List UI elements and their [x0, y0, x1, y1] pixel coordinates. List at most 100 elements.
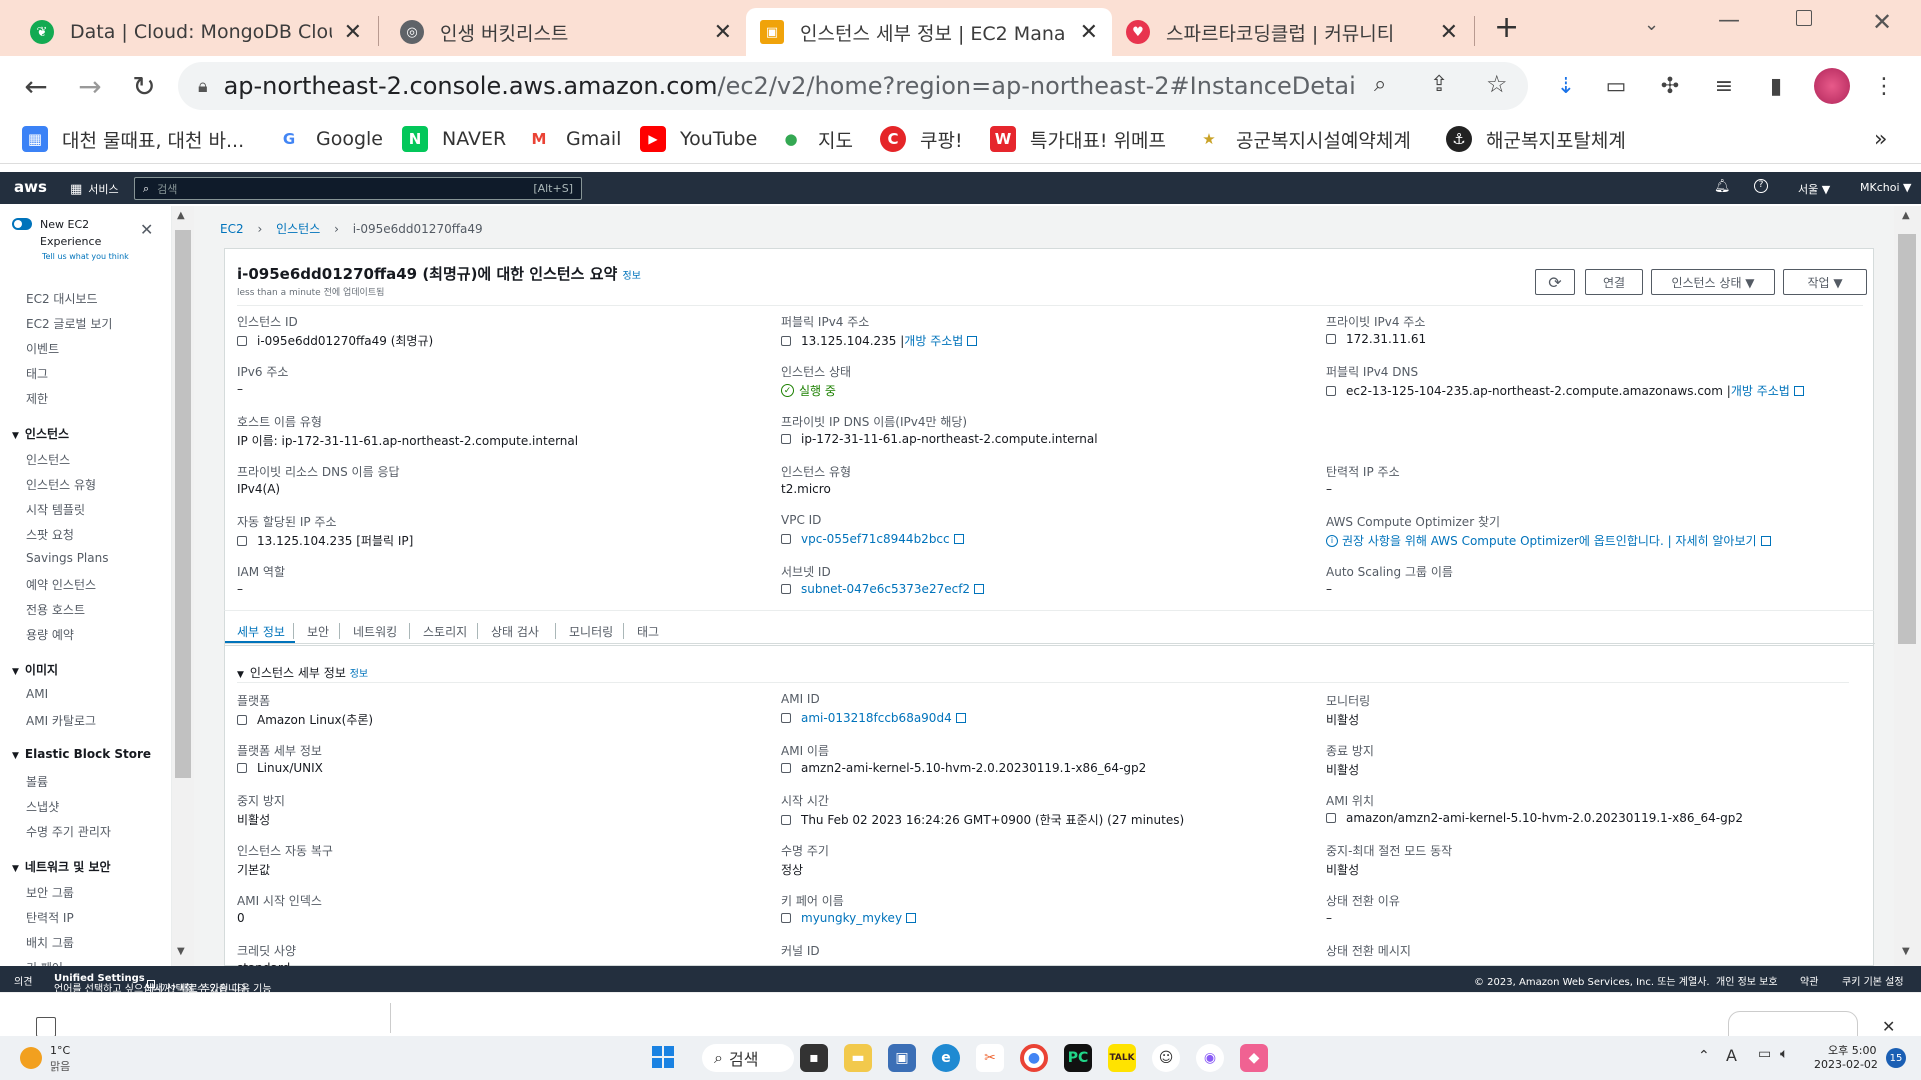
- bookmark-tide[interactable]: ▦ 대천 물때표, 대천 바...: [22, 124, 244, 154]
- copy-icon[interactable]: [781, 713, 791, 723]
- copy-icon[interactable]: [237, 714, 247, 725]
- field-link[interactable]: ami-013218fccb68a90d4: [801, 711, 952, 725]
- field-link[interactable]: 개방 주소법: [1731, 382, 1790, 399]
- detail-tab[interactable]: 스토리지: [423, 623, 467, 640]
- bookmarks-overflow[interactable]: »: [1874, 124, 1887, 154]
- bookmark-wemakeprice[interactable]: W 특가대표! 위메프: [990, 124, 1166, 154]
- new-experience-toggle[interactable]: [12, 218, 32, 230]
- close-icon[interactable]: ✕: [344, 20, 362, 45]
- app-icon[interactable]: ◉: [1196, 1044, 1224, 1072]
- notification-badge[interactable]: 15: [1886, 1048, 1906, 1068]
- copy-icon[interactable]: [1326, 813, 1336, 823]
- detail-tab[interactable]: 모니터링: [569, 623, 613, 640]
- actions-button[interactable]: 작업 ▼: [1783, 269, 1867, 295]
- scroll-up-icon[interactable]: ▲: [177, 210, 185, 221]
- bookmark-naver[interactable]: N NAVER: [402, 124, 506, 154]
- sidebar-item[interactable]: EC2 글로벌 보기: [26, 315, 112, 332]
- bookmark-star-icon[interactable]: ☆: [1486, 70, 1508, 98]
- popup-button[interactable]: [1728, 1011, 1858, 1037]
- maximize-icon[interactable]: [1796, 10, 1812, 26]
- detail-tab[interactable]: 세부 정보: [237, 623, 285, 640]
- info-link[interactable]: 정보: [623, 271, 641, 282]
- info-link[interactable]: 정보: [350, 669, 368, 680]
- terms-link[interactable]: 약관: [1800, 973, 1818, 988]
- pycharm-icon[interactable]: PC: [1064, 1044, 1092, 1072]
- browser-tab-bucketlist[interactable]: ◎ 인생 버킷리스트 ✕: [386, 8, 746, 56]
- field-link[interactable]: subnet-047e6c5373e27ecf2: [801, 582, 970, 596]
- bookmark-airforce[interactable]: ★ 공군복지시설예약체계: [1196, 124, 1411, 154]
- close-window-icon[interactable]: ✕: [1872, 8, 1892, 36]
- scroll-thumb[interactable]: [175, 230, 191, 778]
- sidebar-item[interactable]: 제한: [26, 390, 48, 407]
- close-icon[interactable]: ✕: [140, 220, 153, 239]
- copy-icon[interactable]: [781, 814, 791, 825]
- sidebar-item[interactable]: 인스턴스: [26, 451, 70, 468]
- copy-icon[interactable]: [237, 335, 247, 346]
- bookmark-maps[interactable]: ● 지도: [778, 124, 853, 154]
- bookmark-coupang[interactable]: C 쿠팡!: [880, 124, 963, 154]
- windows-start-icon[interactable]: [652, 1046, 674, 1068]
- sidebar-section-header[interactable]: ▼ Elastic Block Store: [12, 747, 151, 761]
- refresh-button[interactable]: ⟳: [1535, 269, 1575, 295]
- side-panel-icon[interactable]: ▮: [1760, 70, 1792, 102]
- github-icon[interactable]: ☺: [1152, 1044, 1180, 1072]
- region-selector[interactable]: 서울 ▼: [1798, 181, 1830, 197]
- bookmark-google[interactable]: G Google: [276, 124, 383, 154]
- sidebar-item[interactable]: EC2 대시보드: [26, 290, 98, 307]
- breadcrumb-ec2[interactable]: EC2: [220, 222, 244, 236]
- breadcrumb-instances[interactable]: 인스턴스: [276, 222, 320, 236]
- close-icon[interactable]: ✕: [1080, 20, 1098, 45]
- sidebar-item[interactable]: 전용 호스트: [26, 601, 85, 618]
- scroll-thumb[interactable]: [1898, 234, 1916, 644]
- sidebar-item[interactable]: 볼륨: [26, 773, 48, 790]
- reload-icon[interactable]: ↻: [126, 68, 162, 104]
- sidebar-section-header[interactable]: ▼ 네트워크 및 보안: [12, 858, 111, 875]
- sidebar-item[interactable]: 키 페어: [26, 959, 63, 966]
- file-explorer-icon[interactable]: ▬: [844, 1044, 872, 1072]
- figma-icon[interactable]: ◆: [1240, 1044, 1268, 1072]
- share-icon[interactable]: ⇪: [1430, 72, 1448, 97]
- profile-avatar[interactable]: [1814, 68, 1850, 104]
- bookmark-youtube[interactable]: ▶ YouTube: [640, 124, 757, 154]
- extensions-puzzle-icon[interactable]: ✣: [1654, 70, 1686, 102]
- notification-bell-icon[interactable]: 🔔︎: [1714, 179, 1731, 194]
- network-icon[interactable]: ▭: [1758, 1046, 1771, 1062]
- copy-icon[interactable]: [781, 335, 791, 346]
- bookmark-navy[interactable]: ⚓ 해군복지포탈체계: [1446, 124, 1626, 154]
- cookie-preferences-link[interactable]: 쿠키 기본 설정: [1842, 973, 1904, 988]
- media-queue-icon[interactable]: ≡: [1708, 70, 1740, 102]
- detail-tab[interactable]: 태그: [637, 623, 659, 640]
- url-text[interactable]: ap-northeast-2.console.aws.amazon.com/ec…: [224, 72, 1354, 100]
- back-arrow-icon[interactable]: ←: [18, 68, 54, 104]
- browser-tab-sparta[interactable]: ♥ 스파르타코딩클럽 | 커뮤니티 ✕: [1112, 8, 1472, 56]
- sidebar-item[interactable]: AMI 카탈로그: [26, 712, 96, 729]
- field-link[interactable]: myungky_mykey: [801, 911, 902, 925]
- close-icon[interactable]: ✕: [1882, 1017, 1895, 1036]
- aws-logo[interactable]: aws: [14, 178, 47, 196]
- feedback-link[interactable]: Tell us what you think: [42, 252, 129, 261]
- sidebar-item[interactable]: 시작 템플릿: [26, 501, 85, 518]
- new-tab-button[interactable]: +: [1494, 10, 1519, 45]
- sidebar-item[interactable]: 스냅샷: [26, 798, 59, 815]
- copy-icon[interactable]: [781, 584, 791, 594]
- close-icon[interactable]: ✕: [1440, 20, 1458, 45]
- sidebar-item[interactable]: 용량 예약: [26, 626, 74, 643]
- sidebar-item[interactable]: 보안 그룹: [26, 884, 74, 901]
- feedback-link[interactable]: 의견: [14, 973, 32, 988]
- copy-icon[interactable]: [781, 434, 791, 444]
- sidebar-section-header[interactable]: ▼ 인스턴스: [12, 425, 69, 442]
- store-icon[interactable]: ▣: [888, 1044, 916, 1072]
- sidebar-section-header[interactable]: ▼ 이미지: [12, 661, 58, 678]
- volume-icon[interactable]: 🔈︎: [1780, 1046, 1788, 1062]
- sidebar-item[interactable]: 탄력적 IP: [26, 909, 74, 926]
- extension-translate-icon[interactable]: ⇣: [1550, 70, 1582, 102]
- copy-icon[interactable]: [237, 763, 247, 773]
- detail-tab[interactable]: 네트워킹: [353, 623, 397, 640]
- detail-tab[interactable]: 상태 검사: [491, 623, 539, 640]
- task-view-icon[interactable]: ▪: [800, 1044, 828, 1072]
- sidebar-item[interactable]: 수명 주기 관리자: [26, 823, 111, 840]
- scroll-up-icon[interactable]: ▲: [1902, 210, 1910, 221]
- copy-icon[interactable]: [237, 535, 247, 546]
- copy-icon[interactable]: [781, 763, 791, 773]
- close-icon[interactable]: ✕: [714, 20, 732, 45]
